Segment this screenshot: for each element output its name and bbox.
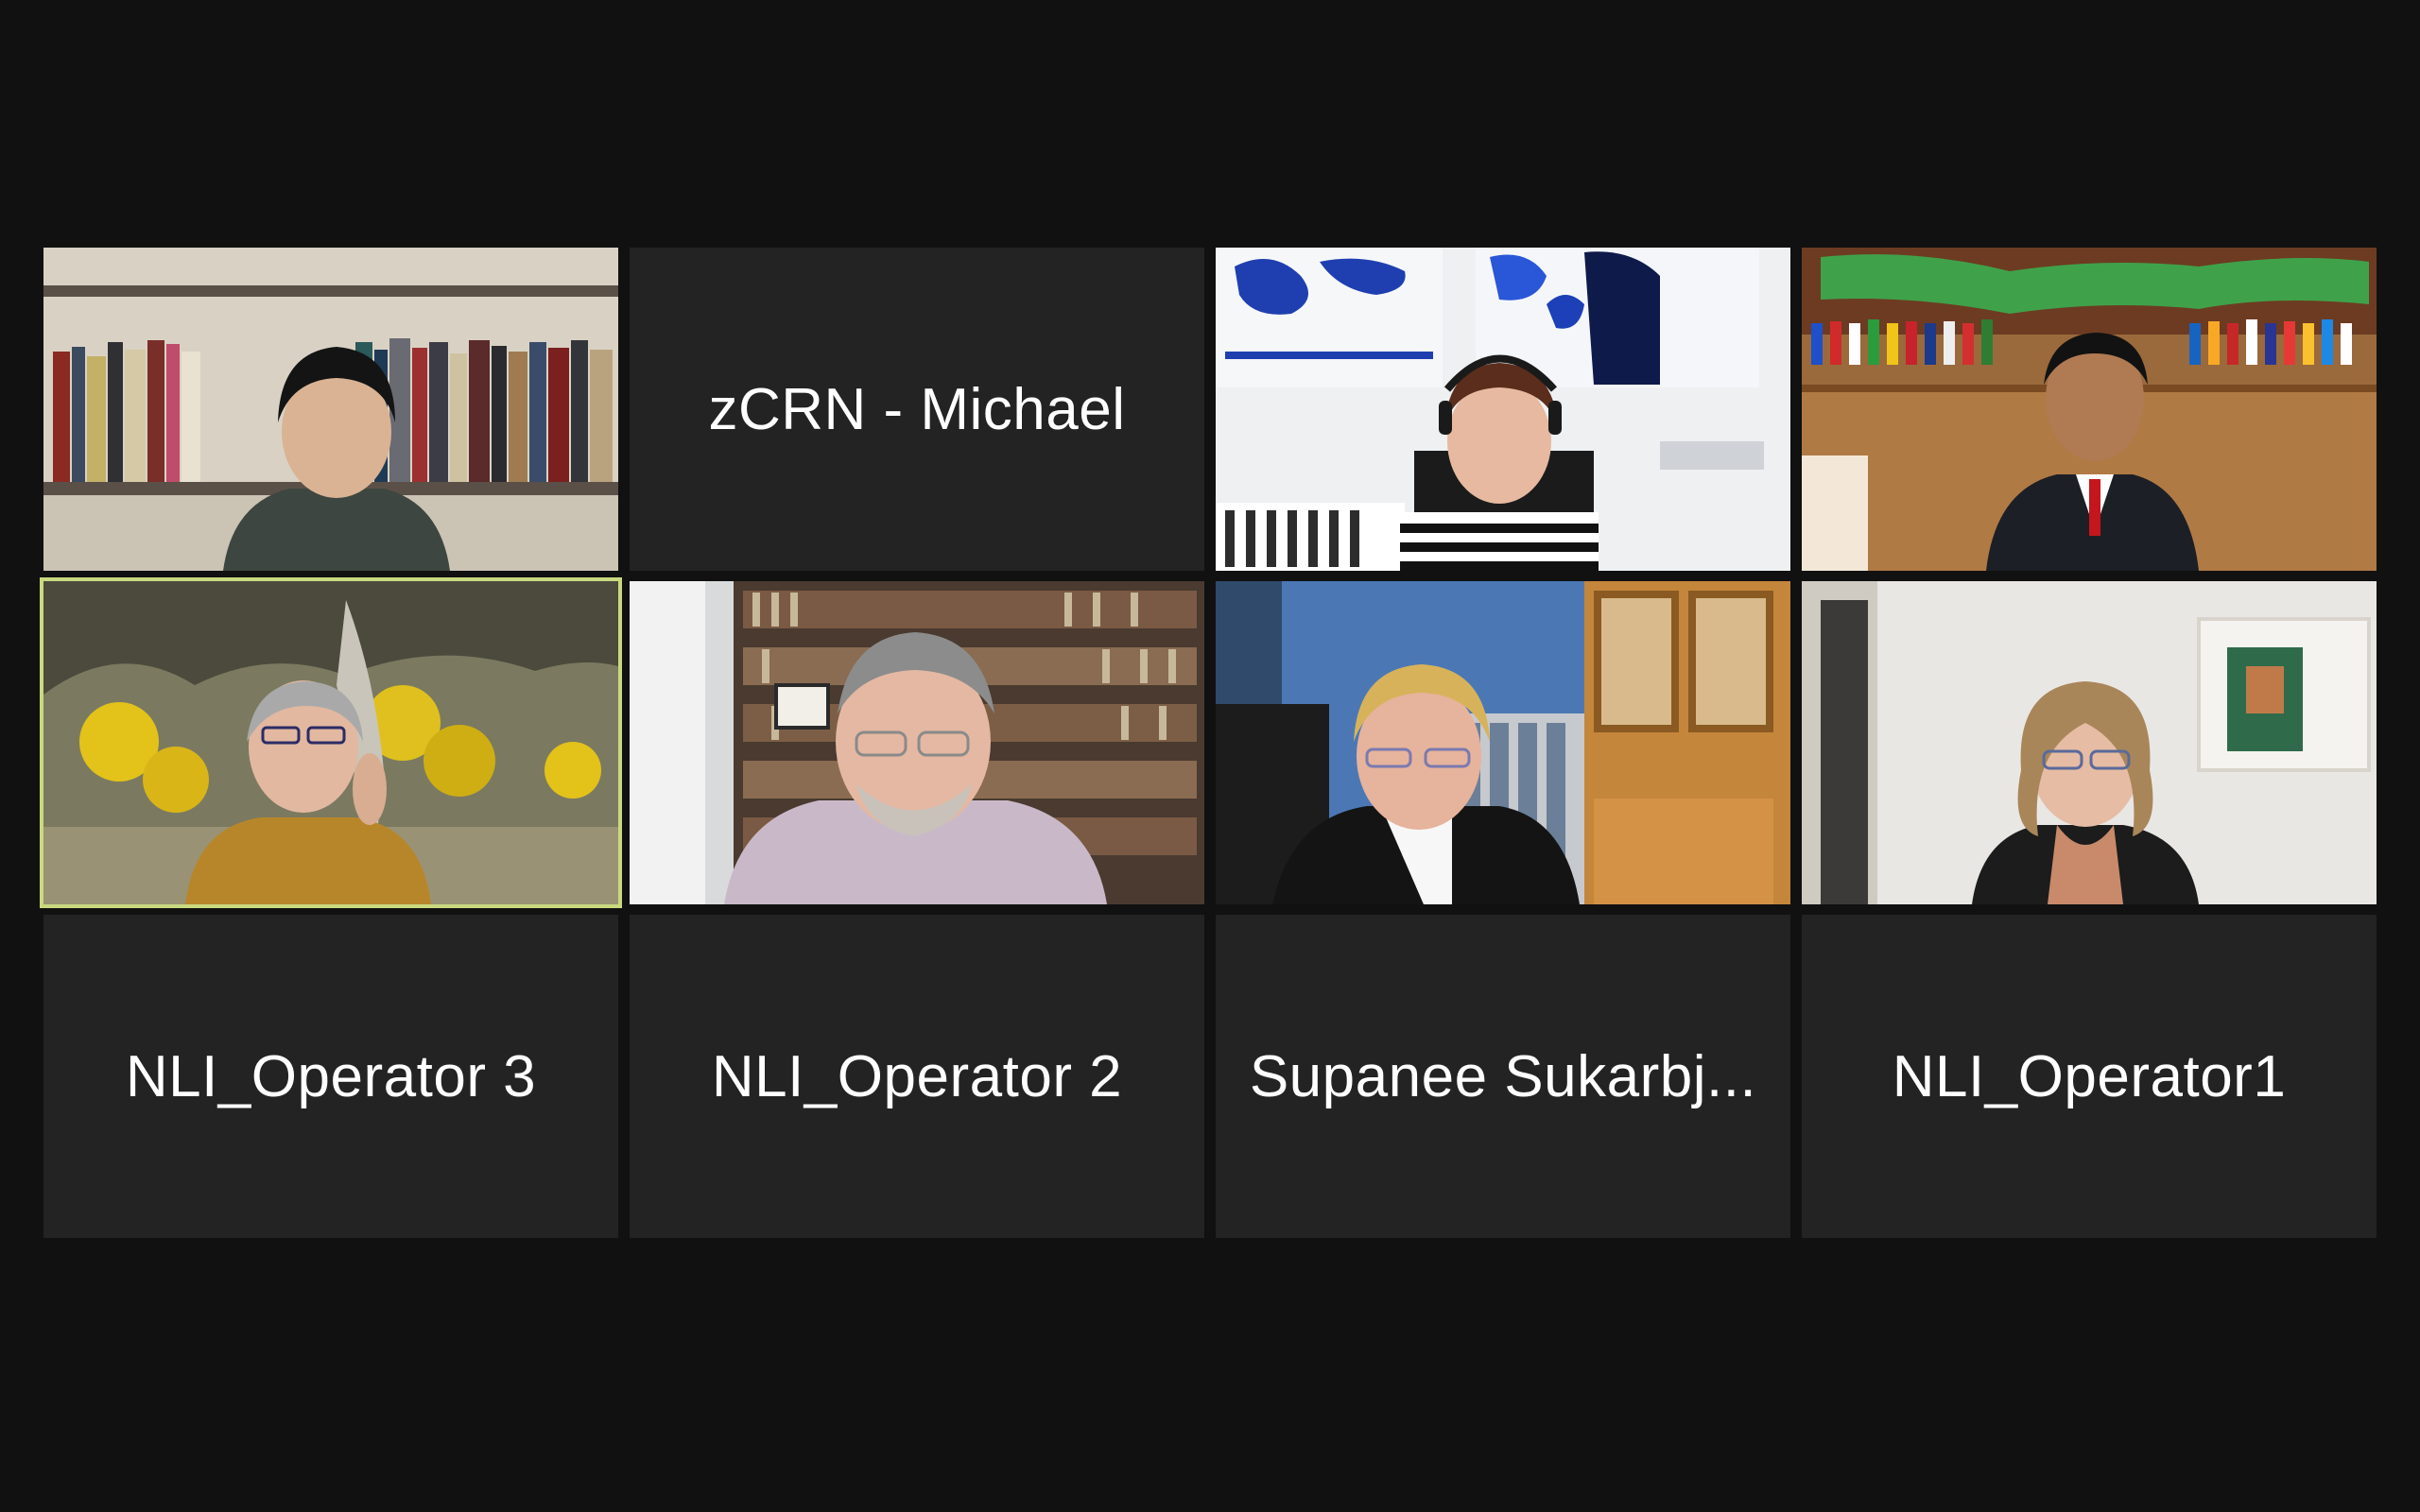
participant-tile-12[interactable]: NLI_Operator1 [1802, 915, 2377, 1238]
participant-name: Supanee Sukarbj... [1249, 1043, 1757, 1109]
participant-video-tile-1[interactable] [43, 248, 618, 571]
participant-video-tile-5-active-speaker[interactable] [40, 577, 622, 908]
participant-video-feed [1216, 581, 1790, 904]
video-gallery: zCRN - Michael NLI_Operator 3 NLI_Operat… [40, 248, 2377, 1238]
participant-tile-2[interactable]: zCRN - Michael [630, 248, 1204, 571]
participant-tile-11[interactable]: Supanee Sukarbj... [1216, 915, 1790, 1238]
participant-name: NLI_Operator 3 [125, 1043, 537, 1109]
participant-video-tile-3[interactable] [1216, 248, 1790, 571]
participant-video-feed [630, 581, 1204, 904]
participant-video-feed [1802, 581, 2377, 904]
participant-name: NLI_Operator 2 [711, 1043, 1123, 1109]
participant-video-tile-8[interactable] [1802, 581, 2377, 904]
participant-tile-9[interactable]: NLI_Operator 3 [43, 915, 618, 1238]
participant-video-tile-7[interactable] [1216, 581, 1790, 904]
participant-name: zCRN - Michael [708, 376, 1126, 442]
participant-video-tile-4[interactable] [1802, 248, 2377, 571]
participant-video-feed [1216, 248, 1790, 571]
participant-video-feed [43, 248, 618, 571]
participant-video-tile-6[interactable] [630, 581, 1204, 904]
participant-video-feed [43, 581, 618, 904]
participant-video-feed [1802, 248, 2377, 571]
participant-tile-10[interactable]: NLI_Operator 2 [630, 915, 1204, 1238]
participant-name: NLI_Operator1 [1892, 1043, 2287, 1109]
